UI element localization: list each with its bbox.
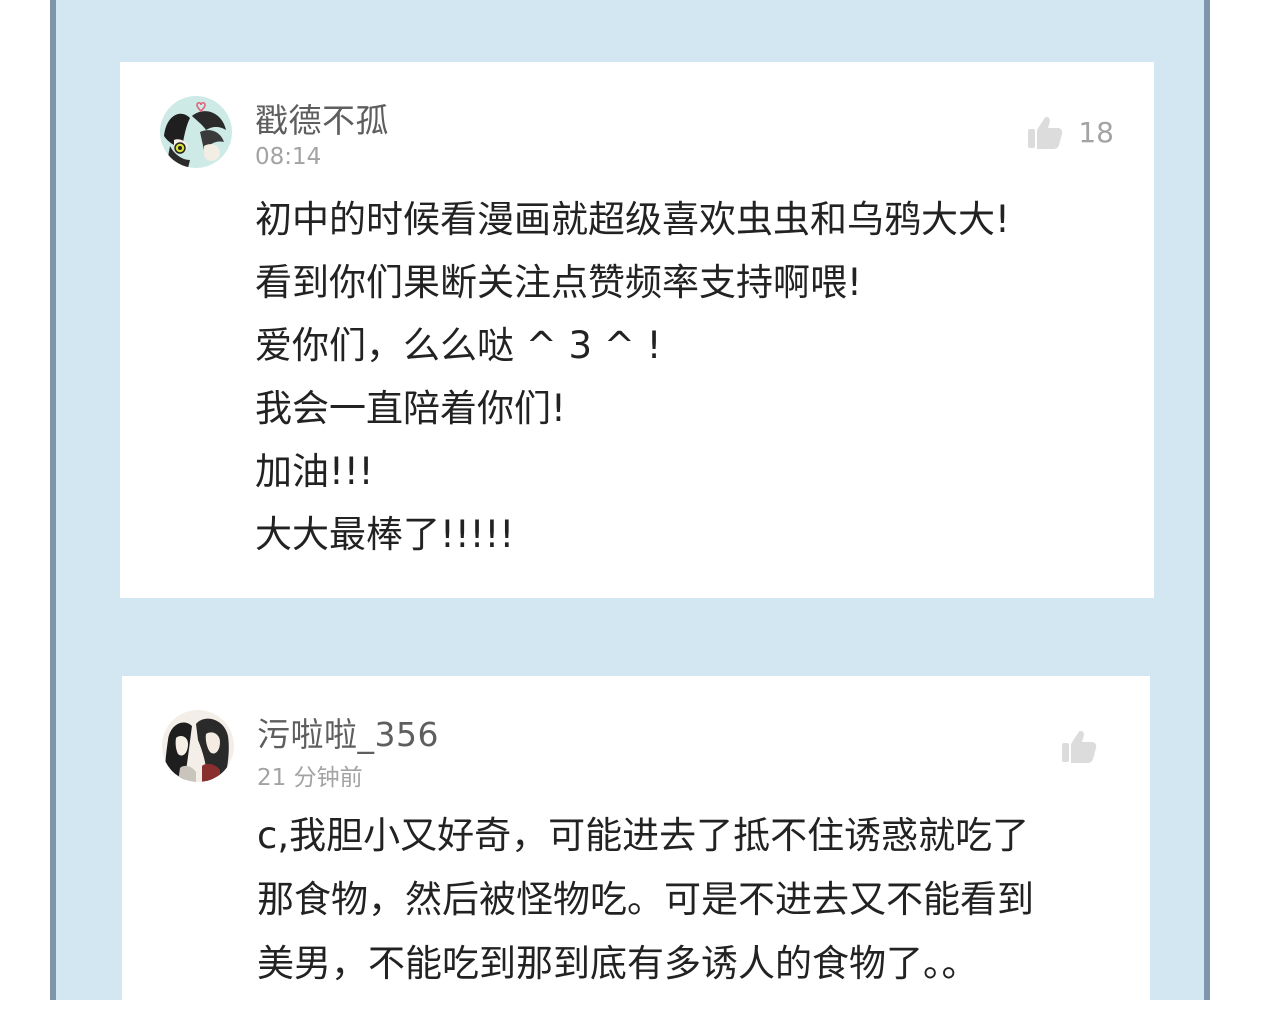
like-button[interactable]: 18 (1026, 112, 1114, 152)
like-count: 18 (1078, 115, 1114, 149)
comment-line: 爱你们，么么哒 ^ 3 ^ ! (255, 324, 662, 367)
comment-line: 初中的时候看漫画就超级喜欢虫虫和乌鸦大大! (255, 198, 1010, 241)
username[interactable]: 戳德不孤 (255, 94, 389, 142)
comment-line: 加油!!! (255, 450, 374, 493)
comment-line: c,我胆小又好奇，可能进去了抵不住诱惑就吃了 (257, 814, 1030, 857)
user-avatar-icon[interactable] (160, 96, 232, 168)
user-avatar-icon[interactable] (162, 710, 234, 782)
thumbs-up-icon[interactable] (1060, 727, 1098, 765)
username[interactable]: 污啦啦_356 (257, 708, 439, 756)
comment-line: 看到你们果断关注点赞频率支持啊喂! (255, 261, 862, 304)
thumbs-up-icon[interactable] (1026, 113, 1064, 151)
timestamp: 08:14 (255, 144, 322, 170)
timestamp: 21 分钟前 (257, 765, 363, 791)
like-button[interactable] (1060, 726, 1098, 766)
comment-line: 大大最棒了!!!!! (255, 513, 515, 556)
comment-text: c,我胆小又好奇，可能进去了抵不住诱惑就吃了 那食物，然后被怪物吃。可是不进去又… (257, 804, 1120, 996)
comment-card: 戳德不孤 08:14 18 初中的时候看漫画就超级喜欢虫虫和乌鸦大大! 看到你们… (120, 62, 1154, 598)
comment-line: 美男，不能吃到那到底有多诱人的食物了。。 (257, 942, 979, 985)
comment-line: 我会一直陪着你们! (255, 387, 566, 430)
comment-line: 那食物，然后被怪物吃。可是不进去又不能看到 (257, 878, 1034, 921)
comment-text: 初中的时候看漫画就超级喜欢虫虫和乌鸦大大! 看到你们果断关注点赞频率支持啊喂! … (255, 188, 1124, 566)
comment-card: 污啦啦_356 21 分钟前 c,我胆小又好奇，可能进去了抵不住诱惑就吃了 那食… (122, 676, 1150, 1016)
comment-list[interactable]: 戳德不孤 08:14 18 初中的时候看漫画就超级喜欢虫虫和乌鸦大大! 看到你们… (50, 0, 1210, 1016)
